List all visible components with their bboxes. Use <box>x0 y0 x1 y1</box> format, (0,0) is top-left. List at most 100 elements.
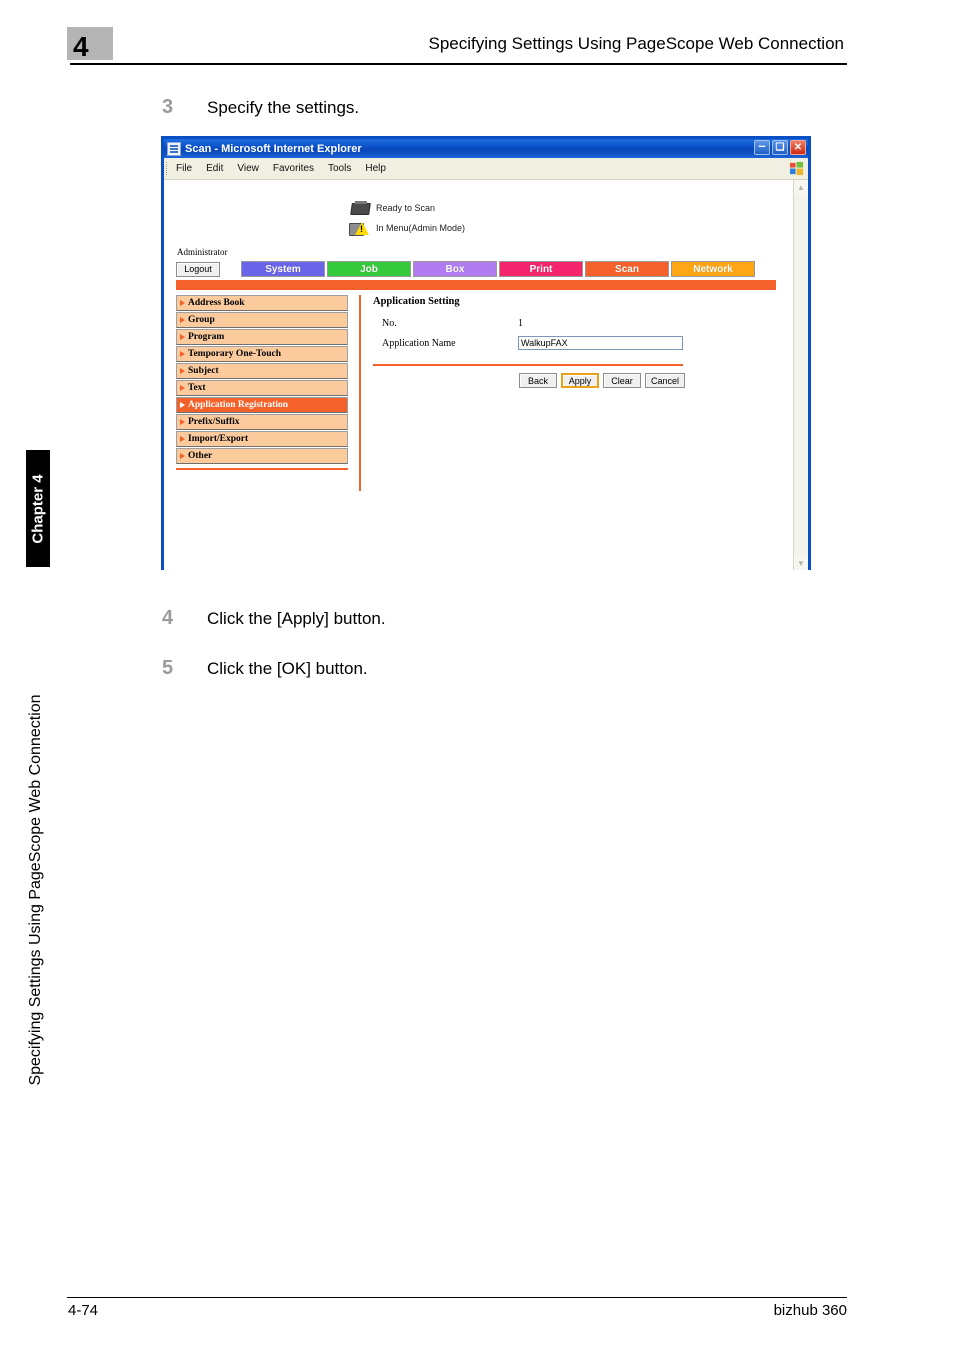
footer-divider <box>67 1297 847 1298</box>
apply-button[interactable]: Apply <box>560 373 599 388</box>
tab-scan[interactable]: Scan <box>585 261 669 277</box>
form-label: Application Name <box>382 337 456 349</box>
printer-warning-icon <box>349 220 371 236</box>
scroll-up-icon[interactable]: ▲ <box>794 180 808 194</box>
application-name-input[interactable] <box>518 336 683 350</box>
tab-box[interactable]: Box <box>413 261 497 277</box>
form-divider <box>373 364 683 366</box>
browser-window: Scan - Microsoft Internet Explorer – ❑ ✕… <box>161 136 811 570</box>
sidebar-item-group[interactable]: Group <box>176 312 348 328</box>
form-value-no: 1 <box>518 317 523 329</box>
status-text: In Menu(Admin Mode) <box>376 223 466 233</box>
status-line: In Menu(Admin Mode) <box>349 218 792 238</box>
step-text: Click the [OK] button. <box>207 659 368 678</box>
sidebar-item-program[interactable]: Program <box>176 329 348 345</box>
step-item: 4 Click the [Apply] button. <box>162 607 762 633</box>
menu-item-view[interactable]: View <box>230 162 266 175</box>
sidebar-item-label: Text <box>188 383 206 393</box>
sidebar-item-application-registration[interactable]: Application Registration <box>176 397 348 413</box>
sidebar-item-label: Address Book <box>188 298 245 308</box>
page-body: Address Book Group Program Temporary One… <box>176 295 792 491</box>
triangle-bullet-icon <box>180 368 185 374</box>
triangle-bullet-icon <box>180 385 185 391</box>
sidebar-item-label: Import/Export <box>188 434 249 444</box>
form-row-application-name: Application Name <box>373 333 792 353</box>
triangle-bullet-icon <box>180 453 185 459</box>
close-button[interactable]: ✕ <box>790 140 806 155</box>
step-text: Specify the settings. <box>207 98 360 117</box>
step-item: 5 Click the [OK] button. <box>162 657 762 683</box>
tab-print[interactable]: Print <box>499 261 583 277</box>
cancel-button[interactable]: Cancel <box>644 373 685 388</box>
tab-network[interactable]: Network <box>671 261 755 277</box>
scroll-down-icon[interactable]: ▼ <box>794 556 808 570</box>
clear-button[interactable]: Clear <box>602 373 641 388</box>
browser-titlebar: Scan - Microsoft Internet Explorer – ❑ ✕ <box>164 139 808 158</box>
status-line: Ready to Scan <box>349 198 792 218</box>
user-role-label: Administrator <box>177 247 228 257</box>
windows-logo-icon <box>789 161 804 176</box>
footer-page-number: 4-74 <box>68 1302 99 1319</box>
minimize-button[interactable]: – <box>754 138 770 155</box>
step-text: Click the [Apply] button. <box>207 609 386 628</box>
accent-bar <box>176 280 776 290</box>
minimize-icon: – <box>758 138 766 153</box>
back-button[interactable]: Back <box>518 373 557 388</box>
maximize-button[interactable]: ❑ <box>772 140 788 155</box>
chapter-tab-label: Chapter 4 <box>29 473 47 544</box>
menu-item-help[interactable]: Help <box>358 162 393 175</box>
page-header: 4 Specifying Settings Using PageScope We… <box>67 27 847 67</box>
sidebar-item-import-export[interactable]: Import/Export <box>176 431 348 447</box>
footer-product-name: bizhub 360 <box>773 1302 847 1319</box>
tab-system[interactable]: System <box>241 261 325 277</box>
sidebar-item-other[interactable]: Other <box>176 448 348 464</box>
menu-item-edit[interactable]: Edit <box>199 162 230 175</box>
sidebar-item-label: Group <box>188 315 215 325</box>
form-row-no: No. 1 <box>373 313 792 333</box>
maximize-icon: ❑ <box>775 142 785 153</box>
triangle-bullet-icon <box>180 419 185 425</box>
vertical-scrollbar[interactable]: ▲ ▼ <box>793 180 808 570</box>
triangle-bullet-icon <box>180 300 185 306</box>
browser-menubar: File Edit View Favorites Tools Help <box>164 158 808 180</box>
triangle-bullet-icon <box>180 317 185 323</box>
sidebar-item-label: Subject <box>188 366 219 376</box>
status-text: Ready to Scan <box>376 203 436 213</box>
triangle-bullet-icon <box>180 436 185 442</box>
step-item: 3 Specify the settings. <box>162 96 762 122</box>
browser-title: Scan - Microsoft Internet Explorer <box>185 142 362 155</box>
triangle-bullet-icon <box>180 351 185 357</box>
device-status-block: Ready to Scan In Menu(Admin Mode) <box>349 198 792 238</box>
sidebar-item-label: Application Registration <box>188 400 289 410</box>
step-number: 4 <box>162 607 174 629</box>
sidebar-item-label: Other <box>188 451 213 461</box>
step-number: 3 <box>162 96 174 118</box>
chapter-tab: Chapter 4 <box>26 450 50 567</box>
sidebar-menu: Address Book Group Program Temporary One… <box>176 295 348 491</box>
logout-button[interactable]: Logout <box>176 261 220 277</box>
page-title: Specifying Settings Using PageScope Web … <box>428 34 845 53</box>
step-number: 5 <box>162 657 174 679</box>
menu-item-file[interactable]: File <box>169 162 199 175</box>
sidebar-item-label: Temporary One-Touch <box>188 349 281 359</box>
browser-viewport: Ready to Scan In Menu(Admin Mode) Admini… <box>164 180 808 570</box>
sidebar-item-label: Prefix/Suffix <box>188 417 240 427</box>
side-running-head-text: Specifying Settings Using PageScope Web … <box>27 694 44 1086</box>
printer-icon <box>349 200 371 216</box>
sidebar-item-label: Program <box>188 332 225 342</box>
tab-job[interactable]: Job <box>327 261 411 277</box>
column-divider <box>359 295 361 491</box>
header-divider <box>70 63 847 65</box>
pagescope-page: Ready to Scan In Menu(Admin Mode) Admini… <box>164 180 792 570</box>
sidebar-item-prefix-suffix[interactable]: Prefix/Suffix <box>176 414 348 430</box>
menu-item-tools[interactable]: Tools <box>321 162 358 175</box>
main-tabs: System Job Box Print Scan Network <box>241 261 755 277</box>
content-pane: Application Setting No. 1 Application Na… <box>373 295 792 491</box>
navigation-tab-row: Logout System Job Box Print Scan Network <box>174 261 792 277</box>
sidebar-item-address-book[interactable]: Address Book <box>176 295 348 311</box>
sidebar-item-subject[interactable]: Subject <box>176 363 348 379</box>
sidebar-item-temporary-one-touch[interactable]: Temporary One-Touch <box>176 346 348 362</box>
menu-item-favorites[interactable]: Favorites <box>266 162 321 175</box>
side-running-head: Specifying Settings Using PageScope Web … <box>22 600 50 1180</box>
sidebar-item-text[interactable]: Text <box>176 380 348 396</box>
